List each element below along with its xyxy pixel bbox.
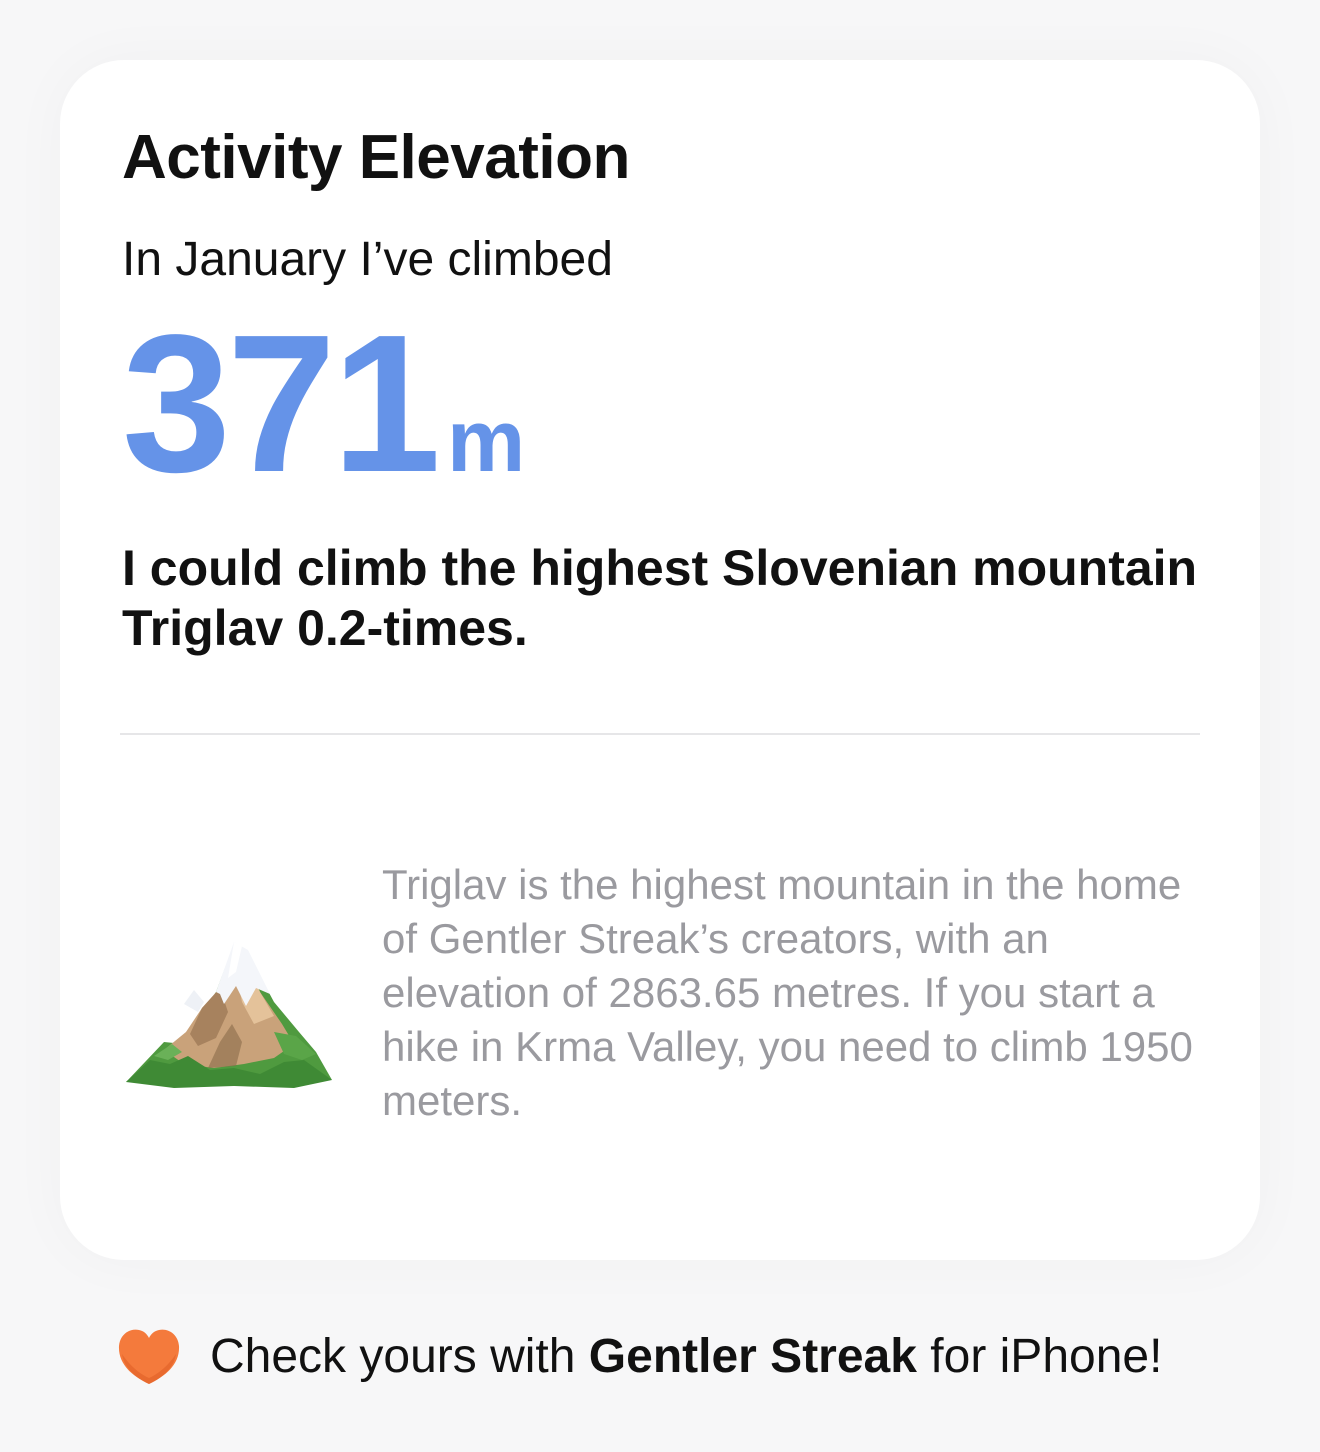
elevation-stat: 371 m xyxy=(122,306,525,502)
footer-promo: Check yours with Gentler Streak for iPho… xyxy=(116,1326,1162,1386)
activity-elevation-card: Activity Elevation In January I’ve climb… xyxy=(60,60,1260,1260)
divider xyxy=(120,733,1200,735)
triglav-fact-text: Triglav is the highest mountain in the h… xyxy=(382,861,1193,1124)
heart-icon xyxy=(118,1329,180,1384)
comparison-text: I could climb the highest Slovenian moun… xyxy=(122,540,1198,656)
footer-suffix: for iPhone! xyxy=(916,1329,1163,1383)
footer-brand[interactable]: Gentler Streak xyxy=(589,1330,917,1383)
footer-prefix: Check yours with xyxy=(210,1329,589,1383)
card-title: Activity Elevation xyxy=(122,123,630,192)
elevation-unit: m xyxy=(447,391,526,490)
mountain-icon xyxy=(124,932,334,1092)
card-subtitle: In January I’ve climbed xyxy=(122,233,613,286)
footer-text: Check yours with Gentler Streak for iPho… xyxy=(210,1329,1162,1384)
elevation-value: 371 xyxy=(122,294,441,513)
